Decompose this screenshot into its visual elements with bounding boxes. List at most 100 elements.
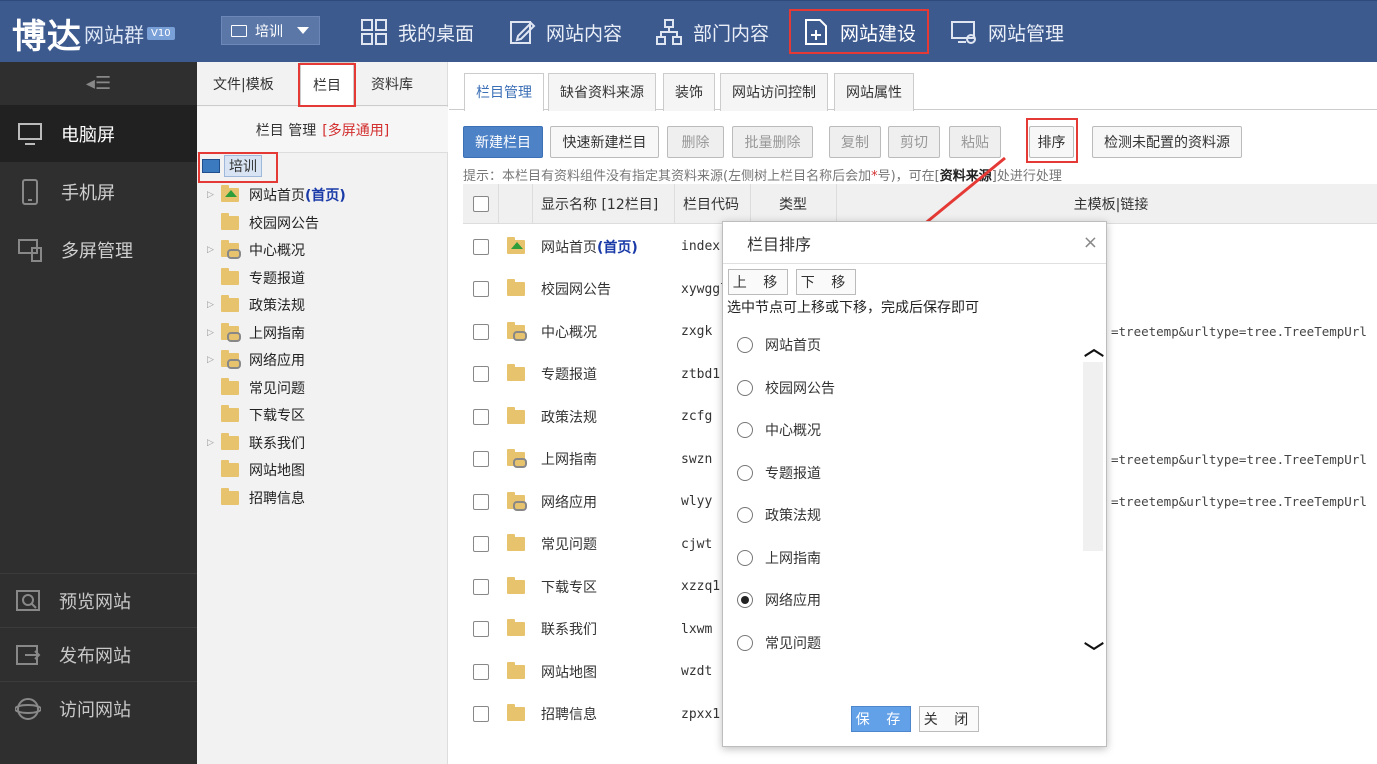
sort-item[interactable]: 校园网公告 [737,378,835,398]
save-button[interactable]: 保 存 [851,706,911,732]
sort-item[interactable]: 政策法规 [737,505,821,525]
tab-decoration[interactable]: 装饰 [663,73,715,111]
checkbox[interactable] [473,578,489,595]
checkbox[interactable] [473,196,489,212]
sidebar-item-mobile[interactable]: 手机屏 [0,163,197,220]
delete-button[interactable]: 删除 [667,126,724,158]
row-name-cell[interactable]: 专题报道 [541,353,597,396]
expand-toggle-icon[interactable]: ▷ [207,355,221,365]
paste-button[interactable]: 粘贴 [949,126,1001,158]
checkbox[interactable] [473,493,489,510]
checkbox[interactable] [473,621,489,637]
checkbox[interactable] [473,323,489,340]
tree-node[interactable]: ▷ 中心概况 [207,239,305,261]
expand-toggle-icon[interactable]: ▷ [207,245,221,255]
collapse-menu-icon[interactable]: ◂☰ [0,62,197,104]
row-name-cell[interactable]: 网站首页 (首页) [541,225,638,268]
checkbox[interactable] [473,663,489,680]
checkbox[interactable] [473,408,489,425]
checkbox[interactable] [473,536,489,552]
row-name-cell[interactable]: 网络应用 [541,480,597,523]
hint-source-link[interactable]: 资料来源 [940,169,992,184]
row-select[interactable] [473,310,489,353]
cut-button[interactable]: 剪切 [888,126,940,158]
sort-item[interactable]: 专题报道 [737,463,821,483]
sidebar-visit-site[interactable]: 访问网站 [0,681,197,735]
radio-button[interactable] [737,592,753,608]
tree-node[interactable]: ▷ 联系我们 [207,432,305,454]
move-down-button[interactable]: 下 移 [796,269,856,295]
tab-library[interactable]: 资料库 [371,74,413,94]
tree-node[interactable]: 网站地图 [207,459,305,481]
radio-button[interactable] [737,549,753,566]
row-select[interactable] [473,480,489,523]
quick-new-column-button[interactable]: 快速新建栏目 [550,126,659,158]
nav-desktop[interactable]: 我的桌面 [360,1,474,63]
tab-files-templates[interactable]: 文件|模板 [213,74,274,94]
radio-button[interactable] [737,464,753,481]
radio-button[interactable] [737,422,753,438]
scrollbar[interactable] [1083,362,1103,551]
tab-access-control[interactable]: 网站访问控制 [720,73,828,111]
tree-node[interactable]: ▷ 政策法规 [207,294,305,316]
row-name-cell[interactable]: 常见问题 [541,523,597,566]
scroll-down-icon[interactable]: ﹀ [1084,636,1104,665]
row-name-cell[interactable]: 校园网公告 [541,268,611,311]
row-select[interactable] [473,523,489,566]
radio-button[interactable] [737,507,753,523]
expand-toggle-icon[interactable]: ▷ [207,300,221,310]
row-name-cell[interactable]: 中心概况 [541,310,597,353]
sidebar-item-multiscreen[interactable]: 多屏管理 [0,221,197,278]
row-select[interactable] [473,438,489,481]
expand-toggle-icon[interactable]: ▷ [207,438,221,448]
sort-item[interactable]: 中心概况 [737,420,821,440]
row-select[interactable] [473,225,489,268]
tree-node[interactable]: ▷ 上网指南 [207,322,305,344]
row-select[interactable] [473,353,489,396]
radio-button[interactable] [737,634,753,651]
row-name-cell[interactable]: 联系我们 [541,608,597,651]
row-name-cell[interactable]: 政策法规 [541,395,597,438]
row-select[interactable] [473,268,489,311]
tree-node[interactable]: 校园网公告 [207,212,319,234]
tab-column-manage[interactable]: 栏目管理 [464,73,544,111]
new-column-button[interactable]: 新建栏目 [463,126,543,158]
sort-item[interactable]: 常见问题 [737,633,821,653]
nav-dept-content[interactable]: 部门内容 [655,1,769,63]
checkbox[interactable] [473,451,489,467]
sidebar-publish-site[interactable]: 发布网站 [0,627,197,681]
row-name-cell[interactable]: 上网指南 [541,438,597,481]
expand-toggle-icon[interactable]: ▷ [207,328,221,338]
move-up-button[interactable]: 上 移 [728,269,788,295]
radio-button[interactable] [737,379,753,396]
checkbox[interactable] [473,706,489,722]
detect-unconfigured-button[interactable]: 检测未配置的资料源 [1092,126,1242,158]
row-name-cell[interactable]: 下载专区 [541,565,597,608]
tree-node[interactable]: 常见问题 [207,377,305,399]
close-icon[interactable]: × [1083,232,1098,253]
site-selector[interactable]: 培训 [221,16,320,45]
row-select[interactable] [473,395,489,438]
sidebar-item-pc[interactable]: 电脑屏 [0,105,197,162]
tree-node[interactable]: ▷ 网络应用 [207,349,305,371]
row-name-cell[interactable]: 网站地图 [541,650,597,693]
checkbox[interactable] [473,238,489,255]
row-select[interactable] [473,565,489,608]
row-template-link[interactable]: =treetemp&urltype=tree.TreeTempUrl [1111,310,1367,353]
sort-item[interactable]: 上网指南 [737,548,821,568]
tab-site-properties[interactable]: 网站属性 [834,73,914,111]
tree-node[interactable]: 专题报道 [207,267,305,289]
header-select-all[interactable] [463,184,499,224]
tree-node[interactable]: ▷ 网站首页 (首页) [207,184,346,206]
sort-item[interactable]: 网站首页 [737,335,821,355]
sidebar-preview-site[interactable]: 预览网站 [0,573,197,627]
row-select[interactable] [473,693,489,736]
batch-delete-button[interactable]: 批量删除 [732,126,813,158]
row-select[interactable] [473,650,489,693]
checkbox[interactable] [473,281,489,297]
tree-node[interactable]: 下载专区 [207,404,305,426]
scroll-up-icon[interactable]: ︿ [1084,332,1104,361]
radio-button[interactable] [737,337,753,353]
row-template-link[interactable]: =treetemp&urltype=tree.TreeTempUrl [1111,438,1367,481]
tree-node[interactable]: 招聘信息 [207,487,305,509]
